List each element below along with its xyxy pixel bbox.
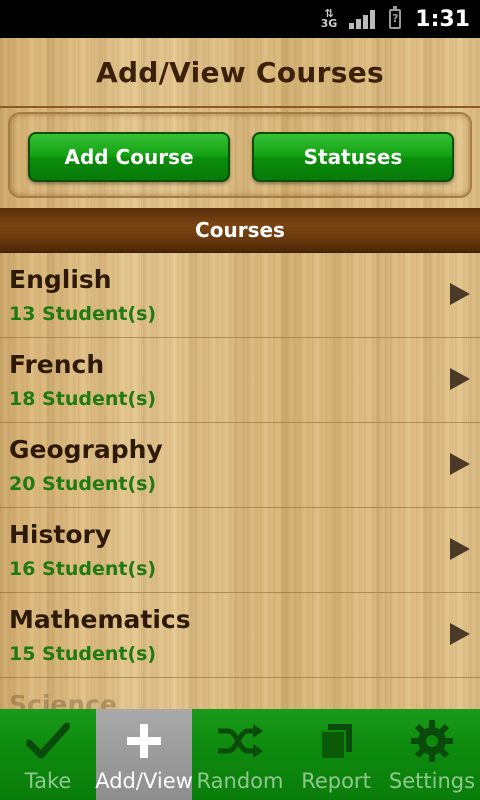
student-count: 20 Student(s): [9, 473, 157, 495]
course-list[interactable]: English 13 Student(s) French 18 Student(…: [0, 253, 480, 709]
course-row-geography[interactable]: Geography 20 Student(s): [0, 423, 480, 508]
plus-icon: [114, 717, 174, 765]
course-row-mathematics[interactable]: Mathematics 15 Student(s): [0, 593, 480, 678]
course-name: Science: [9, 690, 117, 709]
student-count: 13 Student(s): [9, 303, 157, 325]
course-row-english[interactable]: English 13 Student(s): [0, 253, 480, 338]
tab-add-view[interactable]: Add/View: [95, 709, 193, 800]
student-count: 15 Student(s): [9, 643, 157, 665]
student-count: 16 Student(s): [9, 558, 157, 580]
bottom-tab-bar: Take Add/View Random Report Settings: [0, 709, 480, 800]
course-name: Mathematics: [9, 605, 191, 634]
student-count: 18 Student(s): [9, 388, 157, 410]
chevron-right-icon: [450, 453, 470, 475]
course-row-french[interactable]: French 18 Student(s): [0, 338, 480, 423]
tab-label: Report: [301, 769, 371, 793]
report-icon: [306, 717, 366, 765]
tab-random[interactable]: Random: [192, 709, 288, 800]
network-type: 3G: [320, 17, 338, 30]
battery-mark: ?: [392, 12, 399, 25]
add-course-button[interactable]: Add Course: [28, 132, 230, 182]
course-name: French: [9, 350, 105, 379]
clock: 1:31: [415, 6, 470, 32]
course-name: English: [9, 265, 112, 294]
checkmark-icon: [18, 717, 78, 765]
gear-icon: [402, 717, 462, 765]
tab-report[interactable]: Report: [288, 709, 384, 800]
course-name: Geography: [9, 435, 163, 464]
page-title: Add/View Courses: [95, 55, 384, 89]
tab-take[interactable]: Take: [0, 709, 96, 800]
tab-label: Add/View: [95, 769, 193, 793]
tab-label: Settings: [388, 769, 476, 793]
shuffle-icon: [210, 717, 270, 765]
courses-section-header: Courses: [0, 208, 480, 253]
course-row-science[interactable]: Science: [0, 678, 480, 709]
button-panel: Add Course Statuses: [8, 112, 472, 198]
tab-label: Random: [196, 769, 284, 793]
course-row-history[interactable]: History 16 Student(s): [0, 508, 480, 593]
chevron-right-icon: [450, 368, 470, 390]
chevron-right-icon: [450, 623, 470, 645]
chevron-right-icon: [450, 283, 470, 305]
statuses-button[interactable]: Statuses: [252, 132, 454, 182]
tab-settings[interactable]: Settings: [384, 709, 480, 800]
status-bar: ⇅ 3G ? 1:31: [0, 0, 480, 38]
course-name: History: [9, 520, 112, 549]
signal-icon: [347, 9, 376, 29]
network-icon: ⇅ 3G: [320, 7, 338, 30]
title-bar: Add/View Courses: [0, 38, 480, 108]
battery-icon: ?: [389, 6, 402, 29]
tab-label: Take: [24, 769, 72, 793]
chevron-right-icon: [450, 538, 470, 560]
